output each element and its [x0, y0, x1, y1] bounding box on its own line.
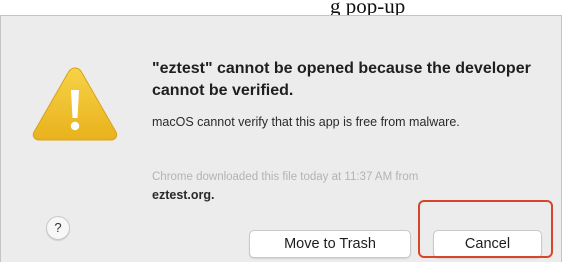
dialog-message: macOS cannot verify that this app is fre… — [152, 115, 460, 129]
screen: g pop-up "eztest" cannot be opened becau… — [0, 0, 565, 262]
dialog-title: "eztest" cannot be opened because the de… — [152, 60, 531, 99]
download-source-text: Chrome downloaded this file today at 11:… — [152, 171, 419, 183]
download-source-site: eztest.org. — [152, 188, 215, 202]
help-button[interactable]: ? — [46, 216, 70, 240]
warning-triangle-icon — [32, 67, 118, 141]
move-to-trash-button[interactable]: Move to Trash — [249, 230, 411, 258]
cancel-highlight-annotation — [418, 200, 553, 258]
